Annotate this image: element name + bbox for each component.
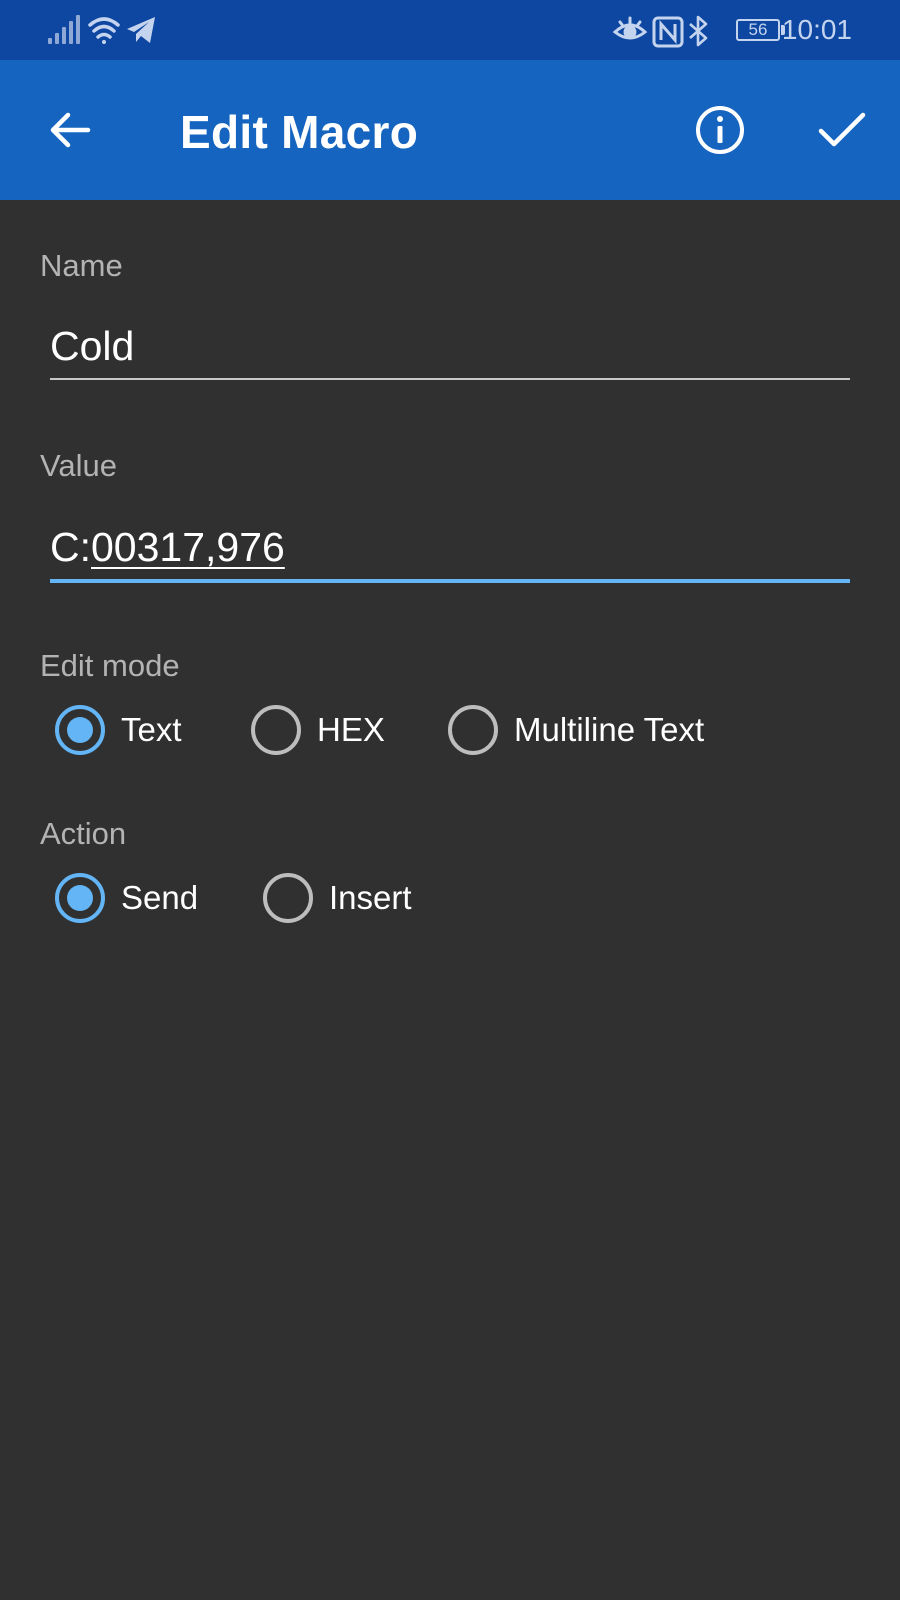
status-bar: 56 10:01: [0, 0, 900, 60]
name-label: Name: [40, 248, 123, 283]
radio-label: Insert: [329, 879, 412, 916]
radio-label: Multiline Text: [514, 711, 705, 748]
radio-label: Text: [121, 711, 182, 748]
back-arrow-icon: [50, 112, 91, 148]
confirm-button[interactable]: [808, 100, 876, 160]
radio-unchecked-icon: [448, 705, 498, 755]
nfc-icon: [652, 16, 684, 48]
value-prefix: C:: [50, 524, 91, 570]
app-bar: Edit Macro: [0, 60, 900, 200]
name-input[interactable]: Cold: [50, 322, 134, 370]
radio-checked-icon: [55, 705, 105, 755]
eye-icon: [612, 16, 648, 40]
check-icon: [818, 112, 866, 147]
radio-label: HEX: [317, 711, 385, 748]
status-icons-right: [612, 15, 708, 48]
info-icon: [696, 106, 744, 154]
edit-mode-radio-multiline[interactable]: Multiline Text: [448, 700, 704, 760]
radio-unchecked-icon: [263, 873, 313, 923]
name-underline: [50, 378, 850, 380]
radio-label: Send: [121, 879, 199, 916]
signal-icon: [48, 15, 80, 44]
action-radio-send[interactable]: Send: [55, 868, 198, 928]
bluetooth-icon: [689, 15, 708, 47]
wifi-icon: [88, 17, 120, 44]
action-label: Action: [40, 816, 127, 851]
battery-level: 56: [748, 20, 768, 39]
page-title: Edit Macro: [180, 106, 419, 158]
edit-mode-radio-hex[interactable]: HEX: [251, 700, 385, 760]
status-time: 10:01: [781, 14, 852, 45]
battery-icon: 56: [736, 19, 780, 41]
info-button[interactable]: [686, 100, 754, 160]
telegram-icon: [127, 17, 155, 43]
edit-mode-radio-text[interactable]: Text: [55, 700, 182, 760]
status-icons-left: [48, 15, 155, 44]
back-button[interactable]: [40, 100, 100, 160]
value-label: Value: [40, 448, 117, 483]
radio-checked-icon: [55, 873, 105, 923]
edit-mode-label: Edit mode: [40, 648, 180, 683]
value-input[interactable]: C:00317,976: [50, 523, 285, 571]
value-composing-text: 00317,976: [91, 524, 285, 570]
action-radio-insert[interactable]: Insert: [263, 868, 412, 928]
value-underline-focused: [50, 579, 850, 583]
radio-unchecked-icon: [251, 705, 301, 755]
